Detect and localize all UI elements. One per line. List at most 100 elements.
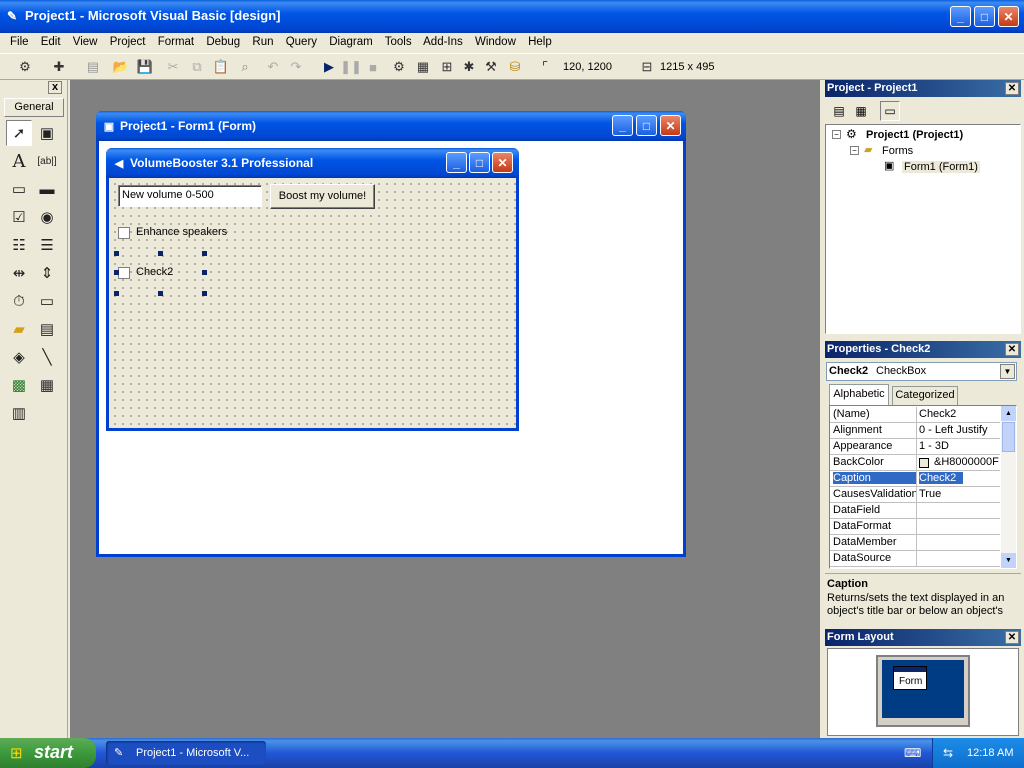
selection-handle[interactable] (158, 291, 163, 296)
form-minimize-button[interactable]: _ (612, 115, 633, 136)
ole-tool-icon[interactable]: ▥ (6, 400, 32, 426)
property-row[interactable]: BackColor &H8000000F (830, 455, 1000, 471)
image-tool-icon[interactable]: ▩ (6, 372, 32, 398)
selection-handle[interactable] (114, 270, 119, 275)
tree-project-root[interactable]: Project1 (Project1) (866, 129, 963, 141)
toolbox-general-tab[interactable]: General (4, 98, 64, 117)
designed-close-button[interactable]: ✕ (492, 152, 513, 173)
shape-tool-icon[interactable]: ◈ (6, 344, 32, 370)
toolbox-close-button[interactable]: x (48, 81, 62, 94)
taskbar-task-vb[interactable]: ✎ Project1 - Microsoft V... (106, 741, 266, 765)
start-button[interactable]: ⊞ start (0, 738, 96, 768)
view-object-icon[interactable]: ▦ (851, 101, 871, 121)
property-value[interactable]: Check2 (919, 472, 963, 484)
form-layout-close-button[interactable]: ✕ (1005, 631, 1019, 644)
property-row[interactable]: Appearance 1 - 3D (830, 439, 1000, 455)
checkbox-tool-icon[interactable]: ☑ (6, 204, 32, 230)
property-value[interactable]: Check2 (919, 408, 1000, 420)
filelistbox-tool-icon[interactable]: ▤ (34, 316, 60, 342)
selection-handle[interactable] (202, 251, 207, 256)
tree-collapse-icon[interactable]: − (832, 130, 841, 139)
tab-categorized[interactable]: Categorized (892, 386, 958, 405)
menu-run[interactable]: Run (252, 36, 273, 48)
undo-icon[interactable]: ↶ (262, 56, 284, 78)
textbox-tool-icon[interactable]: [ab|] (34, 148, 60, 174)
keyboard-tray-icon[interactable]: ⌨ (904, 746, 921, 760)
open-icon[interactable]: 📂 (110, 56, 132, 78)
menu-query[interactable]: Query (286, 36, 317, 48)
tree-form1-item[interactable]: Form1 (Form1) (902, 161, 980, 173)
designed-form[interactable]: ◀ VolumeBooster 3.1 Professional _ □ ✕ N… (106, 148, 519, 431)
selection-handle[interactable] (202, 270, 207, 275)
form-layout-icon[interactable]: ⊞ (436, 56, 458, 78)
form-maximize-button[interactable]: □ (636, 115, 657, 136)
volume-textbox[interactable]: New volume 0-500 (118, 185, 262, 207)
menu-project[interactable]: Project (110, 36, 146, 48)
menu-file[interactable]: File (10, 36, 29, 48)
project-explorer-close-button[interactable]: ✕ (1005, 82, 1019, 95)
form-close-button[interactable]: ✕ (660, 115, 681, 136)
close-button[interactable]: ✕ (998, 6, 1019, 27)
listbox-tool-icon[interactable]: ☰ (34, 232, 60, 258)
pointer-tool-icon[interactable]: ➚ (6, 120, 32, 146)
redo-icon[interactable]: ↷ (285, 56, 307, 78)
data-view-icon[interactable]: ⛁ (504, 56, 526, 78)
property-row[interactable]: DataMember (830, 535, 1000, 551)
frame-tool-icon[interactable]: ▭ (6, 176, 32, 202)
toolbox-icon[interactable]: ⚒ (480, 56, 502, 78)
scroll-thumb[interactable] (1002, 422, 1015, 452)
boost-volume-button[interactable]: Boost my volume! (270, 184, 375, 209)
tree-forms-folder[interactable]: Forms (882, 145, 913, 157)
chevron-down-icon[interactable]: ▼ (1000, 364, 1015, 379)
paste-icon[interactable]: 📋 (210, 56, 232, 78)
menu-edit[interactable]: Edit (41, 36, 61, 48)
form-preview[interactable]: Form (893, 666, 927, 690)
check2-checkbox-box[interactable] (118, 267, 130, 279)
project-explorer-icon[interactable]: ⚙ (388, 56, 410, 78)
tree-collapse-icon[interactable]: − (850, 146, 859, 155)
menu-help[interactable]: Help (528, 36, 552, 48)
drivelistbox-tool-icon[interactable]: ▭ (34, 288, 60, 314)
dirlistbox-tool-icon[interactable]: ▰ (6, 316, 32, 342)
find-icon[interactable]: ⌕ (234, 56, 256, 78)
selection-handle[interactable] (158, 251, 163, 256)
view-code-icon[interactable]: ▤ (829, 101, 849, 121)
start-icon[interactable]: ▶ (318, 56, 340, 78)
properties-close-button[interactable]: ✕ (1005, 343, 1019, 356)
commandbutton-tool-icon[interactable]: ▬ (34, 176, 60, 202)
designed-form-titlebar[interactable]: ◀ VolumeBooster 3.1 Professional _ □ ✕ (106, 148, 519, 178)
menu-editor-icon[interactable]: ▤ (82, 56, 104, 78)
property-row[interactable]: DataFormat (830, 519, 1000, 535)
property-value[interactable]: True (919, 488, 1000, 500)
property-row[interactable]: Caption Check2 (830, 471, 1000, 487)
end-icon[interactable]: ■ (362, 56, 384, 78)
label-tool-icon[interactable]: A (6, 148, 32, 174)
scroll-up-icon[interactable]: ▲ (1001, 406, 1016, 421)
property-row[interactable]: Alignment 0 - Left Justify (830, 423, 1000, 439)
check2-checkbox[interactable]: Check2 (118, 265, 198, 281)
menu-add-ins[interactable]: Add-Ins (423, 36, 463, 48)
selection-handle[interactable] (114, 291, 119, 296)
menu-view[interactable]: View (73, 36, 98, 48)
maximize-button[interactable]: □ (974, 6, 995, 27)
menu-tools[interactable]: Tools (385, 36, 412, 48)
network-tray-icon[interactable]: ⇆ (943, 746, 953, 760)
property-value[interactable]: 0 - Left Justify (919, 424, 1000, 436)
vscrollbar-tool-icon[interactable]: ⇕ (34, 260, 60, 286)
enhance-speakers-checkbox-box[interactable] (118, 227, 130, 239)
menu-diagram[interactable]: Diagram (329, 36, 372, 48)
property-row[interactable]: DataSource (830, 551, 1000, 567)
line-tool-icon[interactable]: ╲ (34, 344, 60, 370)
property-row[interactable]: DataField (830, 503, 1000, 519)
menu-format[interactable]: Format (158, 36, 194, 48)
combobox-tool-icon[interactable]: ☷ (6, 232, 32, 258)
designed-maximize-button[interactable]: □ (469, 152, 490, 173)
selection-handle[interactable] (202, 291, 207, 296)
menu-window[interactable]: Window (475, 36, 516, 48)
property-value[interactable]: 1 - 3D (919, 440, 1000, 452)
menu-debug[interactable]: Debug (206, 36, 240, 48)
tab-alphabetic[interactable]: Alphabetic (829, 384, 889, 405)
break-icon[interactable]: ❚❚ (340, 56, 362, 78)
form-designer-titlebar[interactable]: ▣ Project1 - Form1 (Form) _ □ ✕ (96, 111, 686, 141)
property-row[interactable]: CausesValidation True (830, 487, 1000, 503)
